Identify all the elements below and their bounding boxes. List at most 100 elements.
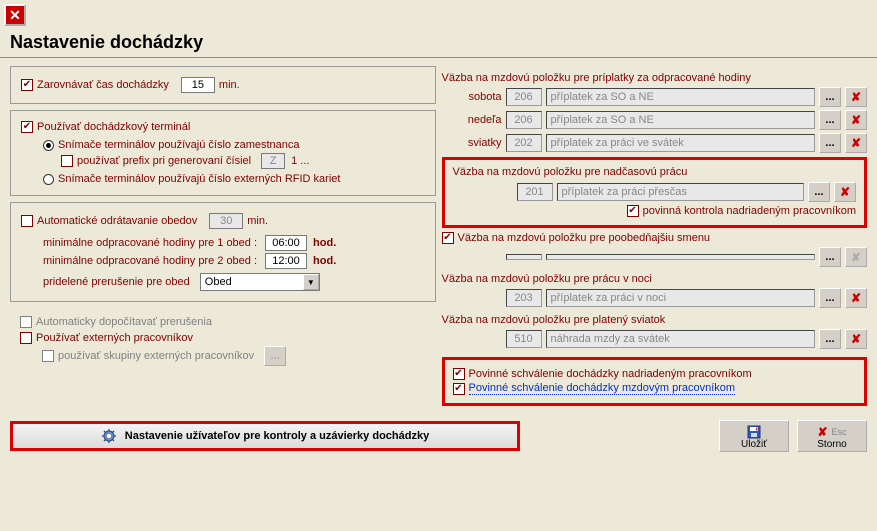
cb-approve-sup[interactable]: ✔ — [453, 368, 465, 380]
btn-night-clear[interactable]: ✘ — [845, 288, 867, 308]
cb-over-check[interactable]: ✔ — [627, 205, 639, 217]
code-hol: 510 — [506, 330, 542, 348]
desc-afternoon — [546, 254, 816, 260]
x-icon: ✘ — [851, 113, 861, 127]
check-icon: ✔ — [23, 122, 31, 132]
label-auto-lunch: Automatické odrátavanie obedov — [37, 215, 197, 227]
head-holiday: Väzba na mzdovú položku pre platený svia… — [442, 314, 868, 326]
code-sviatky: 202 — [506, 134, 542, 152]
input-lunch-min[interactable] — [209, 213, 243, 229]
label-break: pridelené prerušenie pre obed — [43, 276, 190, 288]
btn-afternoon-clear[interactable]: ✘ — [845, 247, 867, 267]
esc-label: Esc — [832, 427, 847, 437]
label-sobota: sobota — [442, 91, 502, 103]
btn-night-browse[interactable]: ... — [819, 288, 841, 308]
x-icon: ✘ — [840, 185, 850, 199]
code-over: 201 — [517, 183, 553, 201]
btn-hol-browse[interactable]: ... — [819, 329, 841, 349]
label-hod2: hod. — [313, 255, 336, 267]
head-night: Väzba na mzdovú položku pre prácu v noci — [442, 273, 868, 285]
desc-hol: náhrada mzdy za svátek — [546, 330, 816, 348]
input-align-minutes[interactable] — [181, 77, 215, 93]
label-min-h2: minimálne odpracované hodiny pre 2 obed … — [43, 255, 257, 267]
label-align-time: Zarovnávať čas dochádzky — [37, 79, 169, 91]
save-button[interactable]: Uložiť — [719, 420, 789, 452]
cb-use-ext[interactable] — [20, 332, 32, 344]
btn-over-clear[interactable]: ✘ — [834, 182, 856, 202]
close-button[interactable]: ✕ — [4, 4, 26, 26]
label-radio-rfid: Snímače terminálov používajú číslo exter… — [58, 173, 340, 185]
btn-user-settings-label: Nastavenie užívateľov pre kontroly a uzá… — [125, 430, 429, 442]
btn-nedela-browse[interactable]: ... — [819, 110, 841, 130]
cb-approve-payroll[interactable]: ✔ — [453, 383, 465, 395]
chevron-down-icon[interactable]: ▼ — [303, 274, 319, 290]
save-label: Uložiť — [741, 439, 767, 450]
label-approve-sup: Povinné schválenie dochádzky nadriadeným… — [469, 368, 752, 380]
redbox-approvals: ✔ Povinné schválenie dochádzky nadriaden… — [442, 357, 868, 406]
head-wage-overtime-hours: Väzba na mzdovú položku pre príplatky za… — [442, 72, 868, 84]
label-min2: min. — [247, 215, 268, 227]
radio-dot-icon — [46, 143, 51, 148]
dropdown-break[interactable]: Obed ▼ — [200, 273, 320, 291]
gear-icon — [101, 428, 117, 444]
desc-over: příplatek za práci přesčas — [557, 183, 805, 201]
btn-sobota-clear[interactable]: ✘ — [845, 87, 867, 107]
save-icon — [747, 425, 761, 439]
cancel-label: Storno — [817, 439, 846, 450]
check-icon: ✔ — [443, 233, 451, 243]
x-icon: ✘ — [851, 136, 861, 150]
check-icon: ✔ — [454, 369, 462, 379]
cb-use-prefix[interactable] — [61, 155, 73, 167]
btn-hol-clear[interactable]: ✘ — [845, 329, 867, 349]
x-icon: ✘ — [851, 251, 860, 264]
label-nedela: nedeľa — [442, 114, 502, 126]
label-hod1: hod. — [313, 237, 336, 249]
radio-rfid[interactable] — [43, 174, 54, 185]
btn-nedela-clear[interactable]: ✘ — [845, 110, 867, 130]
check-icon: ✔ — [454, 384, 462, 394]
btn-sviatky-browse[interactable]: ... — [819, 133, 841, 153]
btn-sviatky-clear[interactable]: ✘ — [845, 133, 867, 153]
panel-terminal: ✔ Používať dochádzkový terminál Snímače … — [10, 110, 436, 196]
head-overtime: Väzba na mzdovú položku pre nadčasovú pr… — [453, 166, 857, 178]
btn-sobota-browse[interactable]: ... — [819, 87, 841, 107]
close-icon: ✕ — [9, 7, 21, 24]
x-icon: ✘ — [851, 291, 861, 305]
label-min-h1: minimálne odpracované hodiny pre 1 obed … — [43, 237, 257, 249]
code-afternoon — [506, 254, 542, 260]
redbox-overtime: Väzba na mzdovú položku pre nadčasovú pr… — [442, 157, 868, 228]
input-prefix[interactable] — [261, 153, 285, 169]
cancel-icon: ✘ — [817, 425, 827, 439]
label-sviatky: sviatky — [442, 137, 502, 149]
label-use-terminal: Používať dochádzkový terminál — [37, 121, 190, 133]
code-nedela: 206 — [506, 111, 542, 129]
cancel-button[interactable]: ✘ Esc Storno — [797, 420, 867, 452]
desc-night: příplatek za práci v noci — [546, 289, 816, 307]
desc-sobota: příplatek za SO a NE — [546, 88, 816, 106]
label-auto-breaks: Automaticky dopočítavať prerušenia — [36, 316, 212, 328]
radio-emp-number[interactable] — [43, 140, 54, 151]
cb-auto-breaks[interactable] — [20, 316, 32, 328]
check-icon: ✔ — [23, 80, 31, 90]
desc-nedela: příplatek za SO a NE — [546, 111, 816, 129]
code-sobota: 206 — [506, 88, 542, 106]
x-icon: ✘ — [851, 332, 861, 346]
btn-afternoon-browse[interactable]: ... — [819, 247, 841, 267]
btn-over-browse[interactable]: ... — [808, 182, 830, 202]
input-min-h2[interactable] — [265, 253, 307, 269]
panel-lunch: Automatické odrátavanie obedov min. mini… — [10, 202, 436, 302]
cb-auto-lunch[interactable] — [21, 215, 33, 227]
cb-align-time[interactable]: ✔ — [21, 79, 33, 91]
cb-use-ext-groups[interactable] — [42, 350, 54, 362]
x-icon: ✘ — [851, 90, 861, 104]
btn-ext-groups-browse[interactable]: ... — [264, 346, 286, 366]
input-min-h1[interactable] — [265, 235, 307, 251]
check-icon: ✔ — [628, 206, 636, 216]
btn-user-settings[interactable]: Nastavenie užívateľov pre kontroly a uzá… — [10, 421, 520, 451]
label-use-ext: Používať externých pracovníkov — [36, 332, 193, 344]
label-use-ext-groups: používať skupiny externých pracovníkov — [58, 350, 254, 362]
cb-use-terminal[interactable]: ✔ — [21, 121, 33, 133]
label-radio-emp: Snímače terminálov používajú číslo zames… — [58, 139, 300, 151]
desc-sviatky: příplatek za práci ve svátek — [546, 134, 816, 152]
cb-afternoon[interactable]: ✔ — [442, 232, 454, 244]
